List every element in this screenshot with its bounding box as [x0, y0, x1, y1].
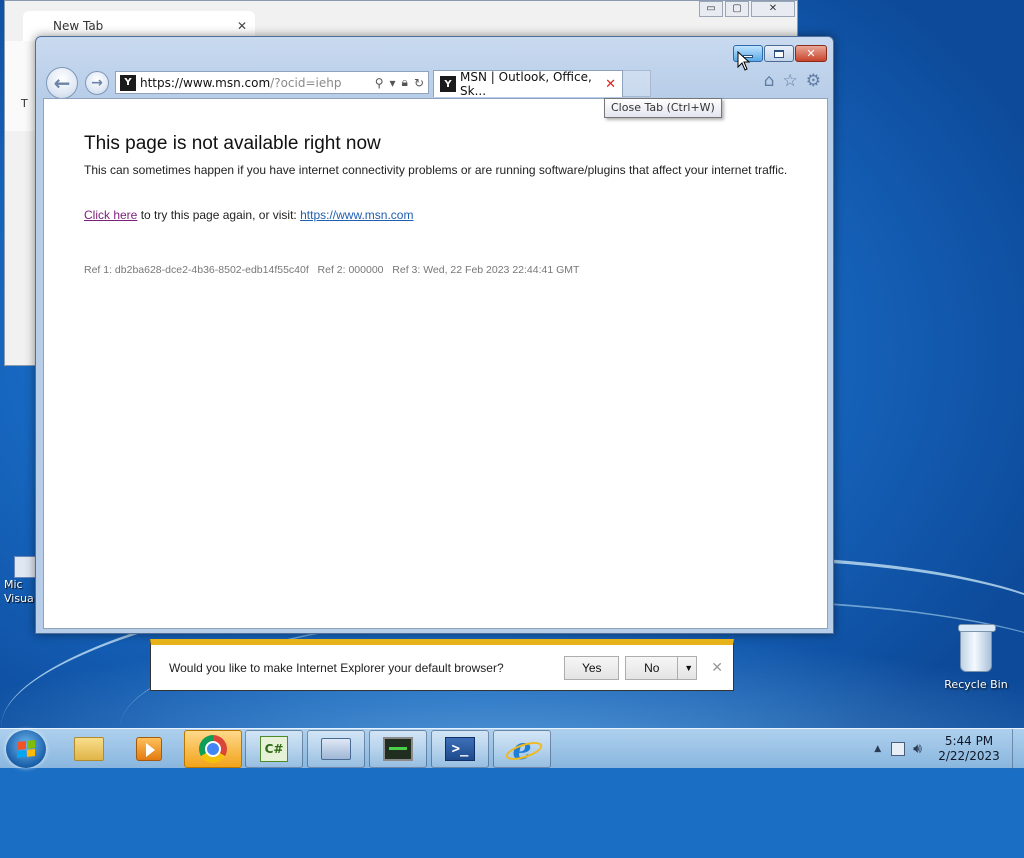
- refresh-icon[interactable]: ↻: [414, 76, 424, 90]
- notification-buttons: Yes No ▼ ✕: [564, 655, 723, 680]
- taskbar-internet-explorer[interactable]: e: [493, 730, 551, 768]
- notification-close-icon[interactable]: ✕: [711, 659, 723, 676]
- click-here-link[interactable]: Click here: [84, 208, 137, 222]
- page-content: This page is not available right now Thi…: [43, 98, 828, 691]
- home-icon[interactable]: ⌂: [764, 73, 775, 90]
- desktop-icon-recycle-bin[interactable]: Recycle Bin: [938, 624, 1014, 691]
- forward-button[interactable]: →: [85, 71, 109, 95]
- url-host: https://www.msn.com: [140, 75, 271, 90]
- shortcut-icon: [14, 556, 36, 578]
- keyboard-icon: [321, 738, 351, 760]
- monitor-icon: [383, 737, 413, 761]
- maximize-icon: [774, 49, 784, 58]
- taskbar-on-screen-keyboard[interactable]: [307, 730, 365, 768]
- address-url[interactable]: https://www.msn.com/?ocid=iehp: [140, 76, 341, 90]
- page-heading: This page is not available right now: [84, 133, 381, 154]
- chrome-icon: [199, 735, 227, 763]
- internet-explorer-window[interactable]: ✕ ← → Y https://www.msn.com/?ocid=iehp ⚲…: [35, 36, 834, 691]
- taskbar-powershell[interactable]: >_: [431, 730, 489, 768]
- taskbar: C# >_ e ▲ 🔊︎ 5:44 PM 2/22/2023: [0, 728, 1024, 769]
- no-dropdown-button[interactable]: ▼: [677, 655, 698, 680]
- close-icon: ✕: [806, 47, 816, 60]
- notification-message: Would you like to make Internet Explorer…: [169, 660, 504, 675]
- forward-arrow-icon: →: [91, 75, 103, 91]
- lock-icon[interactable]: 🔒︎: [402, 75, 408, 90]
- settings-gear-icon[interactable]: ⚙: [806, 73, 821, 90]
- dropdown-arrow-icon[interactable]: ▾: [390, 76, 396, 90]
- background-close-button[interactable]: ✕: [751, 1, 795, 17]
- taskbar-file-explorer[interactable]: [60, 730, 118, 768]
- tab-msn[interactable]: Y MSN | Outlook, Office, Sk... ✕: [433, 70, 623, 98]
- back-arrow-icon: ←: [53, 71, 71, 95]
- toolbar-icons: ⌂ ☆ ⚙: [764, 73, 821, 90]
- background-tab-close-icon[interactable]: ✕: [237, 19, 247, 33]
- page-description: This can sometimes happen if you have in…: [84, 163, 788, 177]
- taskbar-media-player[interactable]: [120, 730, 178, 768]
- mouse-cursor-icon: [737, 51, 751, 71]
- folder-icon: [74, 737, 104, 761]
- favorites-star-icon[interactable]: ☆: [783, 73, 798, 90]
- taskbar-csharp[interactable]: C#: [245, 730, 303, 768]
- tab-favicon-icon: Y: [440, 76, 456, 92]
- ref-3: Ref 3: Wed, 22 Feb 2023 22:44:41 GMT: [392, 264, 580, 276]
- recycle-bin-label: Recycle Bin: [944, 678, 1008, 691]
- media-player-icon: [136, 737, 162, 761]
- no-button[interactable]: No: [625, 655, 678, 680]
- internet-explorer-icon: e: [507, 732, 537, 767]
- taskbar-resource-monitor[interactable]: [369, 730, 427, 768]
- msn-link[interactable]: https://www.msn.com: [300, 208, 413, 222]
- system-tray: ▲ 🔊︎ 5:44 PM 2/22/2023: [874, 729, 1024, 769]
- default-browser-notification: Would you like to make Internet Explorer…: [150, 639, 734, 691]
- start-button[interactable]: [6, 730, 46, 768]
- clock[interactable]: 5:44 PM 2/22/2023: [932, 734, 1006, 764]
- retry-text: to try this page again, or visit:: [137, 208, 301, 222]
- powershell-icon: >_: [445, 737, 475, 761]
- url-path: /?ocid=iehp: [270, 75, 342, 90]
- background-window-side: T: [5, 41, 35, 131]
- close-window-button[interactable]: ✕: [795, 45, 827, 62]
- background-maximize-button[interactable]: ▢: [725, 1, 749, 17]
- network-icon[interactable]: [891, 742, 906, 756]
- tab-title: MSN | Outlook, Office, Sk...: [460, 70, 592, 98]
- clock-time: 5:44 PM: [944, 734, 994, 748]
- close-tab-icon[interactable]: ✕: [605, 77, 616, 92]
- retry-line: Click here to try this page again, or vi…: [84, 208, 413, 222]
- background-tab-title: New Tab: [53, 19, 104, 33]
- msn-favicon-icon: Y: [120, 74, 136, 91]
- show-desktop-button[interactable]: [1012, 729, 1024, 769]
- maximize-button[interactable]: [764, 45, 794, 62]
- close-tab-tooltip: Close Tab (Ctrl+W): [604, 98, 722, 118]
- address-bar[interactable]: Y https://www.msn.com/?ocid=iehp ⚲ ▾ 🔒︎ …: [115, 71, 429, 94]
- background-side-text: T: [21, 97, 28, 110]
- yes-button[interactable]: Yes: [564, 655, 620, 680]
- windows-logo-icon: [17, 740, 35, 758]
- ref-1: Ref 1: db2ba628-dce2-4b36-8502-edb14f55c…: [84, 264, 309, 276]
- background-minimize-button[interactable]: ▭: [699, 1, 723, 17]
- back-button[interactable]: ←: [46, 67, 78, 99]
- clock-date: 2/22/2023: [938, 749, 1000, 763]
- reference-codes: Ref 1: db2ba628-dce2-4b36-8502-edb14f55c…: [84, 264, 579, 276]
- address-bar-icons: ⚲ ▾ 🔒︎ ↻: [375, 75, 428, 90]
- background-window-controls: ▭ ▢ ✕: [699, 1, 795, 17]
- search-icon[interactable]: ⚲: [375, 76, 384, 90]
- csharp-icon: C#: [260, 736, 288, 762]
- new-tab-button[interactable]: [623, 70, 651, 97]
- recycle-bin-icon: [958, 624, 996, 672]
- ref-2: Ref 2: 000000: [317, 264, 384, 276]
- taskbar-chrome[interactable]: [184, 730, 242, 768]
- speaker-icon[interactable]: 🔊︎: [913, 741, 922, 757]
- no-split-button: No ▼: [625, 655, 698, 680]
- show-hidden-icons-icon[interactable]: ▲: [874, 744, 881, 754]
